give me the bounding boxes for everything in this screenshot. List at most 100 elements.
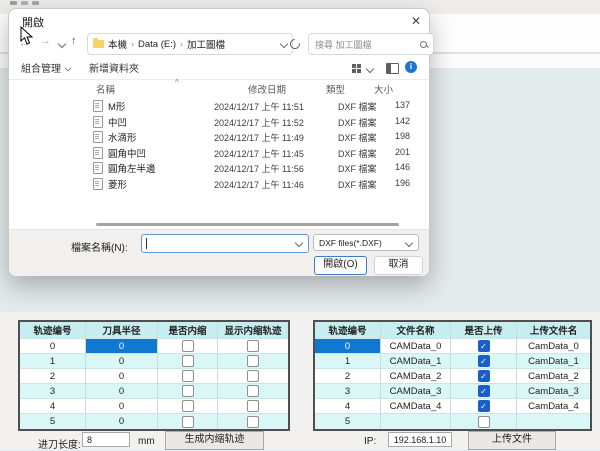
cell-upload[interactable] [451, 414, 517, 429]
breadcrumb-item[interactable]: 本機 [108, 37, 127, 51]
checkbox-unchecked[interactable] [478, 416, 490, 428]
cell-show_inset[interactable] [218, 339, 288, 354]
cell-upload_name[interactable]: CamData_4 [517, 399, 590, 414]
breadcrumb[interactable]: 本機›Data (E:)›加工圖檔 [87, 33, 293, 55]
generate-inset-track-button[interactable]: 生成内缩轨迹 [165, 431, 264, 450]
file-row[interactable]: 圓角左半邊2024/12/17 上午 11:56DXF 檔案146 [9, 160, 429, 175]
cell-track[interactable]: 2 [315, 369, 381, 384]
cell-upload[interactable]: ✓ [451, 354, 517, 369]
cell-track[interactable]: 1 [20, 354, 86, 369]
cell-upload_name[interactable]: CamData_1 [517, 354, 590, 369]
checkbox-unchecked[interactable] [247, 370, 259, 382]
info-icon[interactable]: i [405, 61, 417, 73]
cell-track[interactable]: 2 [20, 369, 86, 384]
organize-menu[interactable]: 組合管理 [21, 60, 71, 75]
feed-length-input[interactable]: 8 [82, 432, 130, 447]
horizontal-scrollbar[interactable] [96, 223, 399, 226]
forward-icon[interactable]: → [40, 35, 51, 47]
checkbox-checked[interactable]: ✓ [478, 385, 490, 397]
breadcrumb-item[interactable]: Data (E:) [138, 39, 176, 50]
checkbox-checked[interactable]: ✓ [478, 355, 490, 367]
breadcrumb-chevron-icon[interactable] [280, 40, 288, 48]
recent-locations-chevron-icon[interactable] [58, 40, 66, 48]
checkbox-checked[interactable]: ✓ [478, 370, 490, 382]
close-icon[interactable]: ✕ [406, 12, 426, 30]
checkbox-unchecked[interactable] [182, 400, 194, 412]
checkbox-unchecked[interactable] [247, 340, 259, 352]
cell-inset[interactable] [158, 384, 218, 399]
checkbox-unchecked[interactable] [182, 355, 194, 367]
column-header-size[interactable]: 大小 [374, 82, 393, 96]
cell-inset[interactable] [158, 354, 218, 369]
cancel-button[interactable]: 取消 [374, 256, 423, 275]
open-button[interactable]: 開啟(O) [314, 256, 367, 275]
cell-track[interactable]: 4 [315, 399, 381, 414]
cell-upload[interactable]: ✓ [451, 399, 517, 414]
view-mode-icon[interactable] [352, 64, 356, 68]
cell-track[interactable]: 0 [20, 339, 86, 354]
file-row[interactable]: 菱形2024/12/17 上午 11:46DXF 檔案196 [9, 176, 429, 191]
cell-filename[interactable]: CAMData_1 [381, 354, 451, 369]
view-mode-chevron-icon[interactable] [366, 65, 374, 73]
cell-upload_name[interactable]: CamData_0 [517, 339, 590, 354]
cell-upload[interactable]: ✓ [451, 339, 517, 354]
checkbox-unchecked[interactable] [247, 416, 259, 428]
sort-ascending-icon[interactable]: ^ [175, 78, 179, 87]
checkbox-unchecked[interactable] [182, 370, 194, 382]
new-folder-button[interactable]: 新增資料夾 [89, 60, 139, 75]
checkbox-unchecked[interactable] [182, 385, 194, 397]
cell-inset[interactable] [158, 414, 218, 429]
file-row[interactable]: 中凹2024/12/17 上午 11:52DXF 檔案142 [9, 114, 429, 129]
ip-input[interactable]: 192.168.1.10 [388, 432, 452, 447]
cell-filename[interactable]: CAMData_4 [381, 399, 451, 414]
checkbox-checked[interactable]: ✓ [478, 400, 490, 412]
cell-radius[interactable]: 0 [86, 414, 158, 429]
cell-show_inset[interactable] [218, 384, 288, 399]
filename-chevron-icon[interactable] [295, 239, 303, 247]
column-header-type[interactable]: 類型 [326, 82, 345, 96]
cell-upload[interactable]: ✓ [451, 384, 517, 399]
cell-upload_name[interactable]: CamData_2 [517, 369, 590, 384]
cell-show_inset[interactable] [218, 414, 288, 429]
cell-track[interactable]: 4 [20, 399, 86, 414]
cell-track[interactable]: 1 [315, 354, 381, 369]
cell-show_inset[interactable] [218, 354, 288, 369]
checkbox-checked[interactable]: ✓ [478, 340, 490, 352]
cell-upload_name[interactable] [517, 414, 590, 429]
cell-filename[interactable]: CAMData_2 [381, 369, 451, 384]
cell-upload[interactable]: ✓ [451, 369, 517, 384]
cell-upload_name[interactable]: CamData_3 [517, 384, 590, 399]
checkbox-unchecked[interactable] [247, 355, 259, 367]
cell-radius[interactable]: 0 [86, 399, 158, 414]
checkbox-unchecked[interactable] [247, 400, 259, 412]
column-header-date[interactable]: 修改日期 [248, 82, 286, 96]
checkbox-unchecked[interactable] [182, 340, 194, 352]
search-input[interactable]: 搜尋 加工圖檔 [308, 33, 434, 55]
cell-show_inset[interactable] [218, 369, 288, 384]
cell-filename[interactable]: CAMData_0 [381, 339, 451, 354]
upload-files-button[interactable]: 上传文件 [468, 431, 556, 450]
preview-pane-icon[interactable] [386, 63, 399, 74]
cell-track[interactable]: 3 [315, 384, 381, 399]
cell-filename[interactable] [381, 414, 451, 429]
cell-radius[interactable]: 0 [86, 369, 158, 384]
cell-radius[interactable]: 0 [86, 354, 158, 369]
filename-input[interactable] [141, 234, 309, 253]
cell-inset[interactable] [158, 369, 218, 384]
cell-track[interactable]: 5 [20, 414, 86, 429]
checkbox-unchecked[interactable] [247, 385, 259, 397]
filetype-select[interactable]: DXF files(*.DXF) [313, 234, 419, 251]
up-icon[interactable]: ↑ [71, 35, 77, 47]
file-row[interactable]: 水滴形2024/12/17 上午 11:49DXF 檔案198 [9, 129, 429, 144]
cell-track[interactable]: 0 [315, 339, 381, 354]
cell-radius[interactable]: 0 [86, 384, 158, 399]
file-row[interactable]: M形2024/12/17 上午 11:51DXF 檔案137 [9, 98, 429, 113]
cell-track[interactable]: 5 [315, 414, 381, 429]
cell-show_inset[interactable] [218, 399, 288, 414]
cell-inset[interactable] [158, 339, 218, 354]
checkbox-unchecked[interactable] [182, 416, 194, 428]
file-row[interactable]: 圓角中凹2024/12/17 上午 11:45DXF 檔案201 [9, 145, 429, 160]
column-header-name[interactable]: 名稱 [96, 82, 115, 96]
cell-filename[interactable]: CAMData_3 [381, 384, 451, 399]
cell-inset[interactable] [158, 399, 218, 414]
